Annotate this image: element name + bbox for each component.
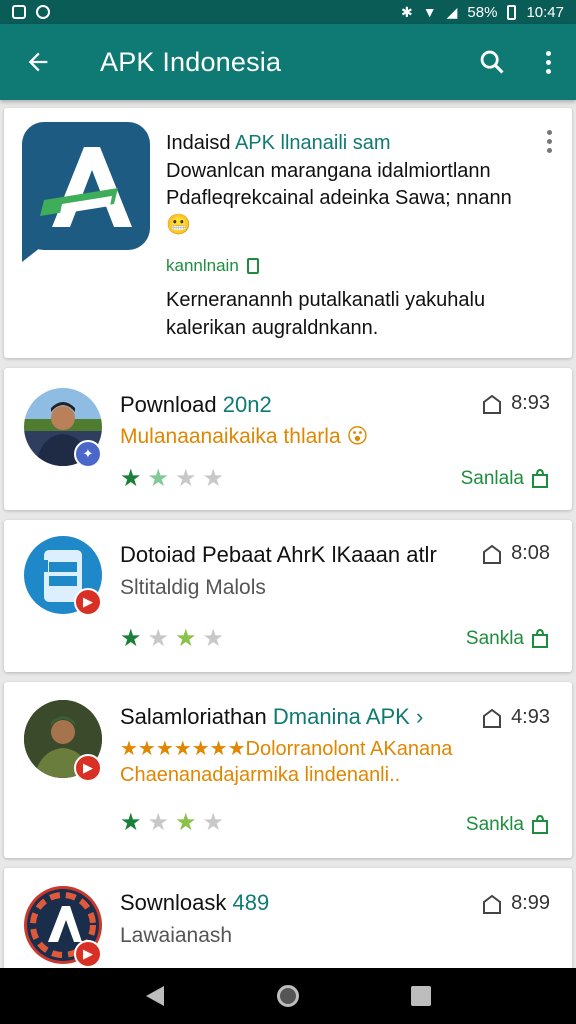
wifi-icon: ▼ <box>422 4 437 20</box>
bag-icon <box>532 815 548 834</box>
grimace-emoji: 😬 <box>166 214 191 236</box>
app-bar: APK Indonesia <box>0 24 576 100</box>
bag-icon <box>246 258 259 274</box>
clock: 10:47 <box>526 3 564 21</box>
install-button[interactable]: Sankla <box>466 814 550 836</box>
star-icon: ★ <box>175 809 197 836</box>
nav-back-button[interactable] <box>135 976 175 1016</box>
whatsapp-icon <box>36 5 50 19</box>
star-icon: ★ <box>120 809 142 836</box>
youtube-icon: ▶ <box>74 940 102 968</box>
app-title: Salamloriathan Dmanina APK › <box>120 704 424 729</box>
featured-tag: kannlnain <box>166 256 259 276</box>
rating-stars: ★ ★ ★ ★ <box>120 624 224 653</box>
app-subtitle: Lawaianash <box>120 924 233 947</box>
rating-stars: ★ ★ ★ ★ <box>120 464 224 493</box>
star-icon: ★ <box>202 625 225 652</box>
arrow-left-icon <box>28 52 48 72</box>
nav-recents-icon <box>411 986 432 1006</box>
bag-icon <box>483 544 502 564</box>
search-button[interactable] <box>464 48 520 76</box>
star-icon: ★ <box>147 465 170 492</box>
pin-icon: ✦ <box>74 440 102 468</box>
app-price: 4:93 <box>481 706 550 729</box>
star-icon: ★ <box>147 809 170 836</box>
bluetooth-icon: ✱ <box>401 3 413 20</box>
back-button[interactable] <box>0 48 76 76</box>
star-icon: ★ <box>202 809 225 836</box>
system-nav-bar <box>0 968 576 1024</box>
app-title: Sownloask 489 <box>120 890 270 915</box>
battery-level: 58% <box>467 3 498 21</box>
signal-icon: ◢ <box>446 3 458 20</box>
star-icon: ★ <box>120 465 142 492</box>
nav-home-button[interactable] <box>268 976 308 1016</box>
youtube-icon: ▶ <box>74 754 102 782</box>
nav-recents-button[interactable] <box>401 976 441 1016</box>
bag-icon <box>532 629 548 648</box>
notification-icon <box>12 5 26 19</box>
app-list[interactable]: Indaisd APK llnanaili sam Dowanlcan mara… <box>0 100 576 968</box>
apk-indonesia-logo <box>22 122 150 262</box>
bag-icon <box>483 708 502 728</box>
app-title: Pownload 20n2 <box>120 392 272 417</box>
app-card[interactable]: ✦ Pownload 20n2 Mulanaanaikaika thlarla … <box>4 368 572 510</box>
app-subtitle-2: Chaenanadajarmika lindenanli.. <box>120 764 401 786</box>
app-price: 8:99 <box>481 892 550 915</box>
featured-card[interactable]: Indaisd APK llnanaili sam Dowanlcan mara… <box>4 108 572 358</box>
star-icon: ★ <box>175 625 197 652</box>
battery-icon <box>507 4 517 20</box>
install-button[interactable]: Sanlala <box>461 468 550 490</box>
star-icon: ★ <box>175 465 197 492</box>
star-icon: ★ <box>120 625 142 652</box>
rating-stars: ★ ★ ★ ★ <box>120 808 224 837</box>
app-subtitle: Mulanaanaikaika thlarla 😮 <box>120 425 369 448</box>
overflow-menu-button[interactable] <box>520 50 576 74</box>
app-card[interactable]: ▶ Sownloask 489 Lawaianash 8:99 <box>4 868 572 968</box>
star-icon: ★ <box>147 625 170 652</box>
app-subtitle: Sltitaldig Malols <box>120 576 266 599</box>
bag-icon <box>483 894 502 914</box>
featured-description: Dowanlcan marangana idalmiortlann Pdafle… <box>166 160 512 236</box>
youtube-icon: ▶ <box>74 588 102 616</box>
featured-title: Indaisd APK llnanaili sam <box>166 132 391 154</box>
bag-icon <box>532 469 548 488</box>
nav-home-icon <box>276 985 299 1007</box>
search-icon <box>480 50 504 74</box>
bag-icon <box>483 394 502 414</box>
more-vert-icon <box>545 50 551 74</box>
page-title: APK Indonesia <box>100 46 282 77</box>
status-bar: ✱ ▼ ◢ 58% 10:47 <box>0 0 576 24</box>
star-icon: ★ <box>202 465 225 492</box>
app-card[interactable]: ▶ Salamloriathan Dmanina APK › ★★★★★★★Do… <box>4 682 572 858</box>
app-price: 8:93 <box>481 392 550 415</box>
app-subtitle: ★★★★★★★Dolorranolont AKanana <box>120 738 453 760</box>
featured-body: Kerneranannh putalkanatli yakuhalu kaler… <box>166 289 486 339</box>
app-title: Dotoiad Pebaat AhrK lKaaan atlr <box>120 542 437 567</box>
app-price: 8:08 <box>481 542 550 565</box>
nav-back-icon <box>145 986 164 1006</box>
app-card[interactable]: ▶ Dotoiad Pebaat AhrK lKaaan atlr Sltita… <box>4 520 572 672</box>
install-button[interactable]: Sankla <box>466 628 550 650</box>
more-vert-icon[interactable] <box>547 130 552 153</box>
